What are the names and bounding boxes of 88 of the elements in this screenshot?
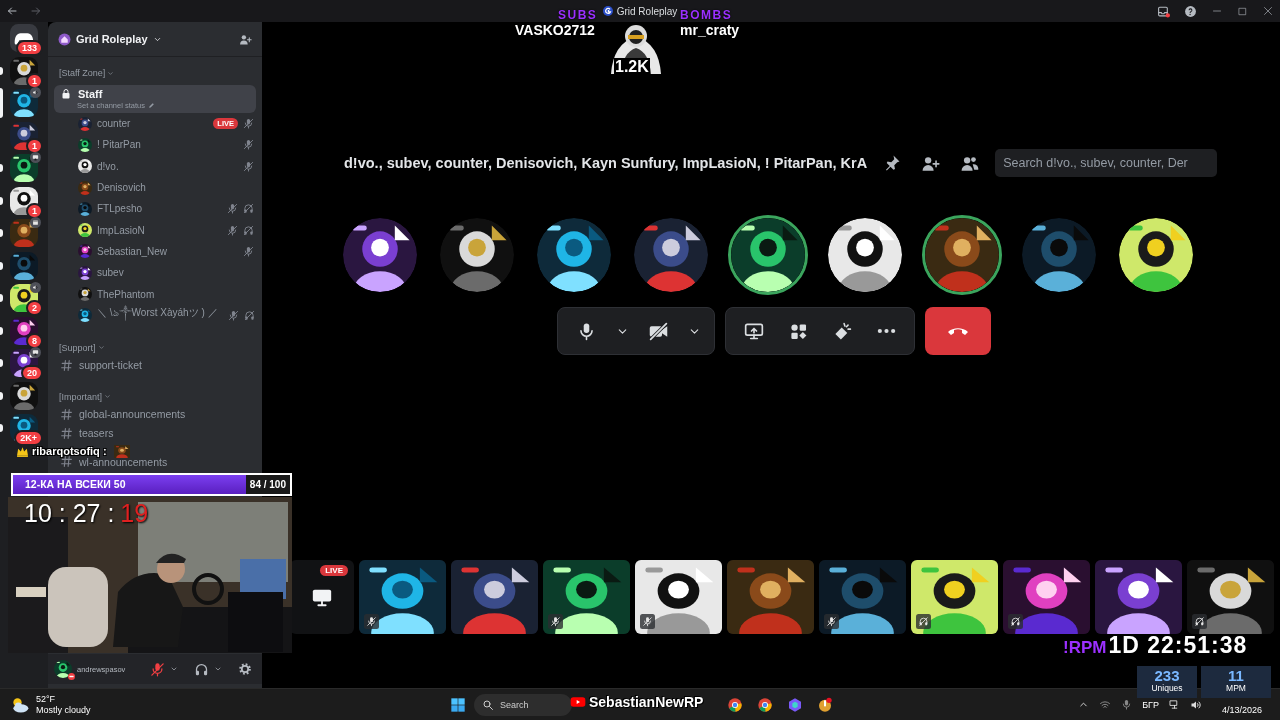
- stat-value: 11: [1228, 669, 1244, 682]
- member-name[interactable]: ImpLasioN: [97, 224, 145, 236]
- clock-seconds: 19: [120, 499, 149, 528]
- house-icon: [58, 32, 71, 46]
- member-name[interactable]: Sebastian_New: [97, 245, 168, 257]
- weather-condition: Mostly cloudy: [36, 704, 91, 716]
- browser-icon[interactable]: [757, 696, 773, 713]
- lock-icon: [60, 88, 72, 100]
- add-member-icon[interactable]: [239, 32, 252, 46]
- member-name[interactable]: subev: [97, 267, 124, 279]
- server-name[interactable]: Grid Roleplay: [76, 33, 148, 45]
- shapes-icon: [788, 321, 808, 341]
- hash-icon: [60, 358, 73, 372]
- countdown-timer: 1D 22:51:38: [1108, 632, 1248, 659]
- goal-reading: 84 / 100: [249, 479, 286, 490]
- bombs-label: BOMBS: [680, 8, 733, 22]
- search-icon: [482, 698, 494, 711]
- pencil-icon[interactable]: [147, 102, 155, 109]
- bomb-count: 1.2K: [614, 58, 650, 76]
- chevron-icon: [107, 69, 115, 77]
- video-play-icon: [570, 694, 586, 710]
- app-icon[interactable]: [787, 696, 803, 713]
- bomber-name: mr_craty: [680, 22, 740, 38]
- stat-value: 233: [1154, 669, 1180, 682]
- back-arrow-icon[interactable]: [6, 5, 18, 17]
- screen-share-icon: [744, 321, 764, 341]
- participants-title: d!vo., subev, counter, Denisovich, Kayn Sunfury, ImpLasioN, ! PitarPan, KrA: [344, 155, 868, 171]
- member-name[interactable]: d!vo.: [97, 160, 119, 172]
- search-field[interactable]: Search d!vo., subev, counter, Der: [995, 149, 1218, 177]
- member-name[interactable]: FTLpesho: [97, 203, 143, 215]
- member-name[interactable]: ThePhantom: [97, 288, 155, 300]
- server-icon: [602, 6, 613, 16]
- help-icon[interactable]: [1184, 4, 1197, 18]
- date[interactable]: 4/13/2026: [1221, 704, 1262, 715]
- more-icon: [876, 328, 896, 334]
- headphones-icon[interactable]: [194, 661, 209, 677]
- subs-label: SUBS: [558, 8, 598, 22]
- channel-name: Staff: [78, 88, 103, 100]
- chevron-icon[interactable]: [170, 665, 178, 673]
- category-label[interactable]: [Important]: [59, 391, 103, 402]
- monitor-icon[interactable]: [1168, 699, 1180, 710]
- microphone-icon[interactable]: [150, 661, 165, 677]
- pin-icon[interactable]: [883, 154, 902, 172]
- text-channel[interactable]: support-ticket: [54, 355, 149, 375]
- window-title: Grid Roleplay: [616, 5, 678, 17]
- text-channel[interactable]: teasers: [54, 423, 120, 443]
- unread-badge: 133: [15, 40, 43, 56]
- member-name[interactable]: Denisovich: [97, 182, 146, 194]
- text-channel[interactable]: global-announcements: [54, 404, 192, 424]
- member-name[interactable]: ! PitarPan: [97, 139, 141, 151]
- member-name[interactable]: counter: [97, 118, 131, 130]
- phone-icon: [948, 326, 968, 336]
- app-icon[interactable]: [817, 696, 833, 713]
- camera-icon: [647, 320, 669, 342]
- command-label: !RPM: [1063, 638, 1107, 658]
- stat-label: MPM: [1226, 682, 1246, 695]
- channel-name-label: SebastianNewRP: [589, 694, 704, 710]
- hash-icon: [60, 407, 73, 421]
- goal-title: 12-КА НА ВСЕКИ 50: [25, 478, 126, 490]
- settings-icon[interactable]: [238, 662, 252, 676]
- unread-badge: 20: [21, 365, 43, 381]
- chevron-icon: [97, 344, 105, 352]
- chevron-icon: [104, 393, 112, 401]
- subscriber-name: VASKO2712: [515, 22, 595, 38]
- member-name[interactable]: ＼ \ঌ༒Worst Xàyáhツ ) ／: [97, 301, 218, 330]
- chat-username: ribarqotsofiq :: [32, 446, 107, 457]
- chevron-icon[interactable]: [214, 665, 222, 673]
- hash-icon: [60, 426, 73, 440]
- network-icon[interactable]: [1099, 698, 1112, 711]
- maximize-icon[interactable]: [1237, 5, 1248, 17]
- inbox-icon[interactable]: [1157, 4, 1170, 18]
- close-icon[interactable]: [1262, 5, 1274, 17]
- search-field[interactable]: Search: [474, 693, 572, 716]
- status-icon: [68, 673, 75, 680]
- category-label[interactable]: [Support]: [59, 342, 96, 353]
- live-badge: LIVE: [320, 565, 348, 576]
- crown-icon: [16, 445, 29, 458]
- disconnect-button[interactable]: [925, 307, 991, 355]
- unread-badge: 2K+: [14, 430, 43, 446]
- microphone-icon[interactable]: [1121, 699, 1133, 710]
- windows-start-icon[interactable]: [450, 696, 466, 713]
- stat-label: Uniques: [1151, 682, 1183, 695]
- input-language[interactable]: БГР: [1142, 699, 1159, 710]
- clock-time: 10 : 27 :: [24, 499, 115, 528]
- category-label[interactable]: [Staff Zone]: [59, 68, 106, 78]
- weather-temperature: 52°F: [36, 693, 57, 705]
- browser-icon[interactable]: [727, 696, 743, 713]
- screen-share-tile[interactable]: LIVE: [290, 560, 354, 634]
